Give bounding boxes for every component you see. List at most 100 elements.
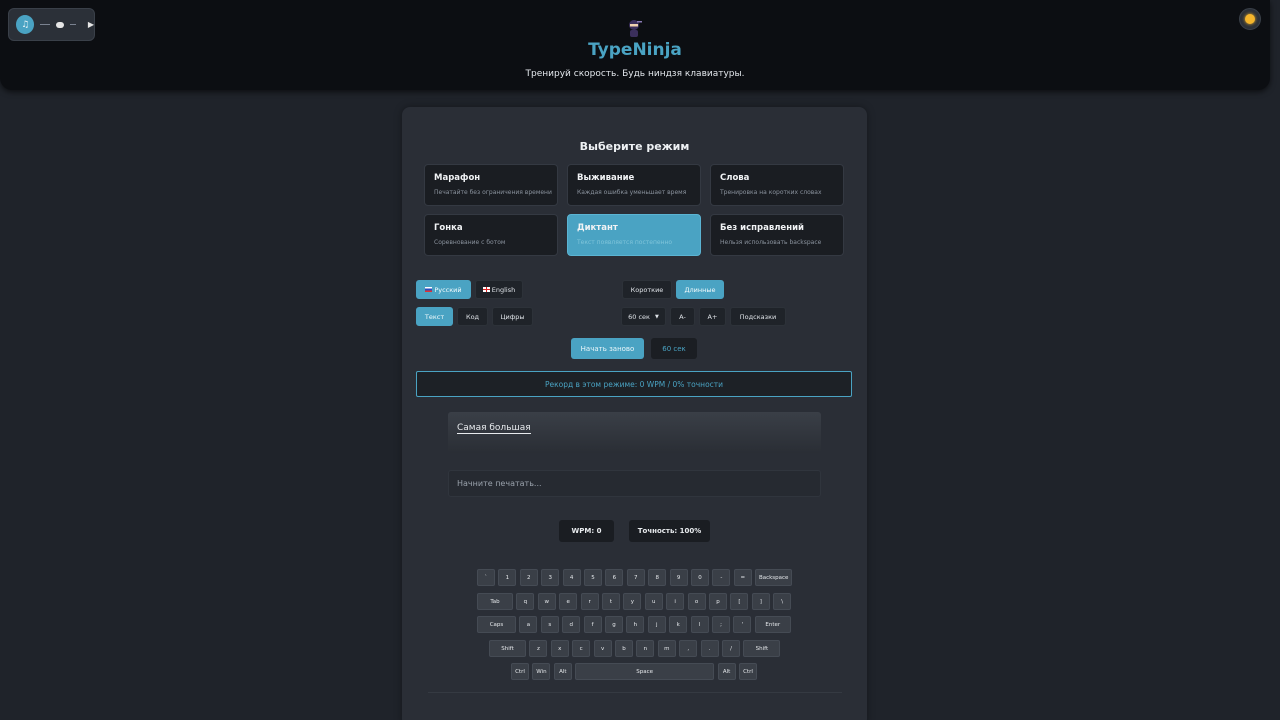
key--[interactable]: -: [712, 569, 731, 586]
wpm-stat: WPM: 0: [559, 520, 614, 542]
typing-input[interactable]: Начните печатать...: [448, 470, 821, 497]
font-decrease-button[interactable]: A-: [670, 307, 695, 326]
key-,[interactable]: ,: [679, 640, 698, 657]
key-z[interactable]: z: [529, 640, 548, 657]
theme-toggle-button[interactable]: [1239, 8, 1261, 30]
key-s[interactable]: s: [540, 616, 559, 633]
key-5[interactable]: 5: [584, 569, 602, 586]
sun-icon: [1245, 14, 1255, 24]
mode-card-race[interactable]: Гонка Соревнование с ботом: [424, 214, 558, 256]
content-digits-button[interactable]: Цифры: [492, 307, 533, 326]
audio-slider-thumb[interactable]: [56, 21, 64, 28]
audio-player: ♫ ▶: [8, 8, 95, 41]
key-space[interactable]: Space: [575, 663, 715, 680]
mode-desc: Тренировка на коротких словах: [720, 189, 822, 196]
key-h[interactable]: h: [626, 616, 645, 633]
key-v[interactable]: v: [593, 640, 612, 657]
restart-button[interactable]: Начать заново: [571, 338, 644, 359]
key-ctrl[interactable]: Ctrl: [511, 663, 529, 680]
accuracy-stat: Точность: 100%: [629, 520, 710, 542]
length-long-button[interactable]: Длинные: [676, 280, 724, 299]
key-k[interactable]: k: [669, 616, 688, 633]
key-4[interactable]: 4: [562, 569, 581, 586]
content-text-button[interactable]: Текст: [416, 307, 453, 326]
mode-desc: Текст появляется постепенно: [577, 239, 673, 246]
language-russian-button[interactable]: Русский: [416, 280, 471, 299]
key-x[interactable]: x: [550, 640, 569, 657]
play-icon[interactable]: ▶: [88, 20, 94, 29]
language-label: English: [491, 285, 516, 294]
key-y[interactable]: y: [623, 593, 642, 610]
key-0[interactable]: 0: [691, 569, 709, 586]
content-code-button[interactable]: Код: [457, 307, 488, 326]
mode-desc: Каждая ошибка уменьшает время: [577, 189, 687, 196]
key-g[interactable]: g: [605, 616, 623, 633]
key-'[interactable]: ': [733, 616, 752, 633]
key-c[interactable]: c: [572, 640, 591, 657]
key-q[interactable]: q: [516, 593, 535, 610]
key-[[interactable]: [: [730, 593, 749, 610]
key-alt[interactable]: Alt: [553, 663, 572, 680]
mode-card-dictation[interactable]: Диктант Текст появляется постепенно: [567, 214, 701, 256]
key-6[interactable]: 6: [605, 569, 624, 586]
language-english-button[interactable]: English: [475, 280, 523, 299]
key-backspace[interactable]: Backspace: [755, 569, 793, 586]
key-;[interactable]: ;: [712, 616, 730, 633]
key-caps[interactable]: Caps: [477, 616, 516, 633]
length-short-button[interactable]: Короткие: [622, 280, 672, 299]
key-3[interactable]: 3: [541, 569, 560, 586]
key-shift[interactable]: Shift: [489, 640, 526, 657]
flag-en-icon: [482, 287, 490, 292]
key-p[interactable]: p: [709, 593, 727, 610]
key-`[interactable]: `: [477, 569, 495, 586]
key-ctrl[interactable]: Ctrl: [739, 663, 757, 680]
key-1[interactable]: 1: [498, 569, 517, 586]
mode-desc: Соревнование с ботом: [434, 239, 506, 246]
audio-icon[interactable]: ♫: [16, 15, 35, 34]
key-win[interactable]: Win: [532, 663, 551, 680]
key-=[interactable]: =: [733, 569, 752, 586]
app-tagline: Тренируй скорость. Будь ниндзя клавиатур…: [525, 69, 745, 79]
mode-card-survival[interactable]: Выживание Каждая ошибка уменьшает время: [567, 164, 701, 206]
key-e[interactable]: e: [559, 593, 578, 610]
text-display: Самая большая: [448, 412, 821, 453]
mode-name: Слова: [720, 173, 750, 183]
mode-card-no-corrections[interactable]: Без исправлений Нельзя использовать back…: [710, 214, 844, 256]
key-enter[interactable]: Enter: [754, 616, 791, 633]
mode-name: Марафон: [434, 173, 481, 183]
key-m[interactable]: m: [657, 640, 676, 657]
key-b[interactable]: b: [615, 640, 633, 657]
key-i[interactable]: i: [666, 593, 685, 610]
mode-card-words[interactable]: Слова Тренировка на коротких словах: [710, 164, 844, 206]
key-9[interactable]: 9: [669, 569, 688, 586]
key-shift[interactable]: Shift: [743, 640, 781, 657]
time-select[interactable]: 60 сек ▼: [621, 307, 666, 326]
key-f[interactable]: f: [583, 616, 602, 633]
key-][interactable]: ]: [751, 593, 770, 610]
key-8[interactable]: 8: [648, 569, 667, 586]
hints-button[interactable]: Подсказки: [730, 307, 786, 326]
key-o[interactable]: o: [687, 593, 706, 610]
ninja-icon: [629, 20, 642, 37]
key-l[interactable]: l: [690, 616, 709, 633]
key-a[interactable]: a: [519, 616, 538, 633]
font-increase-button[interactable]: A+: [699, 307, 726, 326]
key-tab[interactable]: Tab: [477, 593, 513, 610]
key-w[interactable]: w: [537, 593, 556, 610]
audio-track-line: [40, 24, 51, 25]
key-n[interactable]: n: [636, 640, 655, 657]
key-7[interactable]: 7: [626, 569, 645, 586]
key-2[interactable]: 2: [519, 569, 538, 586]
key-.[interactable]: .: [700, 640, 719, 657]
mode-card-marathon[interactable]: Марафон Печатайте без ограничения времен…: [424, 164, 558, 206]
key-u[interactable]: u: [644, 593, 663, 610]
key-t[interactable]: t: [602, 593, 620, 610]
mode-name: Выживание: [577, 173, 635, 183]
key-j[interactable]: j: [647, 616, 666, 633]
key-alt[interactable]: Alt: [717, 663, 736, 680]
key-r[interactable]: r: [580, 593, 599, 610]
key-d[interactable]: d: [562, 616, 581, 633]
key-/[interactable]: /: [722, 640, 740, 657]
audio-track-line: [70, 24, 76, 25]
key-\[interactable]: \: [773, 593, 792, 610]
